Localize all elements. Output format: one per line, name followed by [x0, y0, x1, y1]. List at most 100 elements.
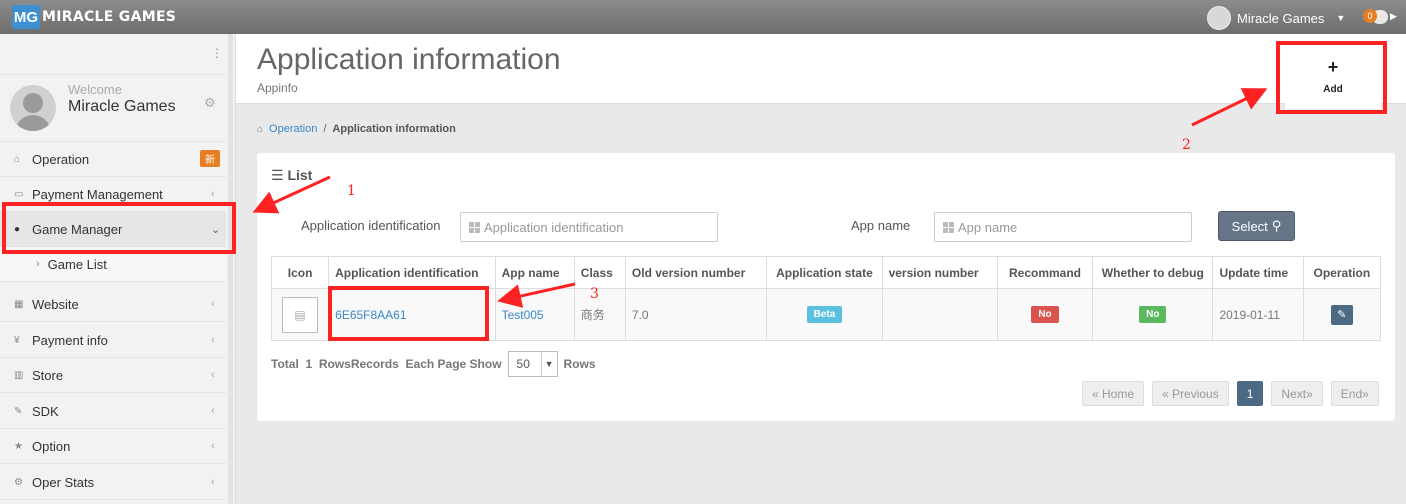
sidebar-item-operation[interactable]: ⌂ Operation 新 — [0, 142, 226, 177]
update-time-cell: 2019-01-11 — [1212, 288, 1304, 341]
yen-icon: ¥ — [14, 334, 20, 346]
state-cell: Beta — [766, 288, 883, 341]
sidebar-item-label: Store — [32, 367, 64, 383]
gear-icon[interactable]: ⚙ — [204, 95, 216, 111]
column-header[interactable]: Operation — [1302, 256, 1382, 289]
app-id-label: Application identification — [301, 218, 441, 233]
select-button[interactable]: Select ⚲ — [1218, 211, 1295, 241]
column-header[interactable]: Application state — [766, 256, 883, 289]
chevron-left-icon: ‹ — [211, 188, 215, 200]
app-name-input[interactable]: App name — [934, 212, 1192, 242]
sidebar-item-option[interactable]: ★ Option ‹ — [0, 429, 226, 464]
column-header[interactable]: version number — [881, 256, 998, 289]
chevron-left-icon: ‹ — [211, 405, 215, 417]
breadcrumb-current: Application information — [332, 123, 456, 135]
breadcrumb-home-link[interactable]: Operation — [269, 123, 317, 135]
sidebar-item-game-list[interactable]: › Game List — [0, 247, 226, 282]
panel-title-label: List — [287, 167, 313, 183]
sidebar-item-payment-info[interactable]: ¥ Payment info ‹ — [0, 323, 226, 358]
recommend-badge[interactable]: No — [1031, 306, 1059, 323]
edit-icon[interactable]: ✎ — [1330, 304, 1353, 325]
page-size-value: 50 — [516, 357, 530, 371]
edit-icon: ✎ — [14, 405, 23, 417]
column-header[interactable]: Update time — [1212, 256, 1304, 289]
sidebar-item-label: Game List — [47, 256, 107, 272]
total-suffix: RowsRecords — [318, 357, 399, 371]
sidebar-item-label: Operation — [32, 151, 90, 167]
app-id-link[interactable]: 6E65F8AA61 — [335, 308, 406, 322]
sidebar-item-oper-stats[interactable]: ⚙ Oper Stats ‹ — [0, 465, 226, 500]
notification-button[interactable]: 0 ▶ — [1358, 8, 1398, 26]
chevron-down-icon: ▼ — [540, 352, 557, 376]
plus-icon: + — [1327, 56, 1339, 77]
pager-info: Total 1 RowsRecords Each Page Show 50 ▼ … — [271, 351, 596, 377]
gears-icon: ⚙ — [14, 476, 23, 488]
sidebar-item-payment-management[interactable]: ▭ Payment Management ‹ — [0, 177, 226, 212]
pager-next[interactable]: Next» — [1271, 381, 1323, 406]
sidebar-item-website[interactable]: ▦ Website ‹ — [0, 287, 226, 322]
app-table: Icon Application identification App name… — [270, 256, 1382, 341]
select-label: Select — [1231, 218, 1268, 234]
app-name-label: App name — [851, 218, 911, 233]
home-icon: ⌂ — [14, 153, 21, 165]
chevron-down-icon: ⌄ — [211, 223, 221, 236]
operation-cell: ✎ — [1302, 288, 1382, 341]
avatar — [1207, 6, 1231, 30]
sidebar-item-game-manager[interactable]: ● Game Manager ⌄ — [0, 212, 226, 247]
monitor-icon: ▭ — [14, 188, 24, 200]
pager-previous[interactable]: « Previous — [1152, 381, 1229, 406]
profile-avatar — [10, 85, 56, 131]
new-badge: 新 — [200, 150, 220, 167]
star-icon: ★ — [14, 440, 23, 452]
list-icon: ☰ — [271, 167, 284, 183]
breadcrumb: ⌂ Operation / Application information — [257, 123, 456, 135]
total-count: 1 — [305, 357, 313, 371]
sidebar-item-label: Game Manager — [32, 221, 123, 237]
rows-label: Rows — [563, 357, 596, 371]
page-size-select[interactable]: 50 ▼ — [507, 351, 558, 377]
chevron-left-icon: ‹ — [211, 334, 215, 346]
pager-home[interactable]: « Home — [1082, 381, 1145, 406]
main-content: Application information Appinfo + Add ⌂ … — [236, 34, 1406, 504]
chevron-left-icon: ‹ — [211, 440, 215, 452]
sidebar-item-label: Oper Stats — [32, 474, 95, 490]
add-button[interactable]: + Add — [1285, 43, 1381, 109]
more-vertical-icon[interactable]: ⋮ — [211, 46, 223, 60]
app-name-link[interactable]: Test005 — [502, 308, 544, 322]
logo-mark: MG — [12, 5, 40, 29]
app-id-cell: 6E65F8AA61 — [328, 288, 496, 341]
sidebar-item-label: Payment Management — [32, 186, 163, 202]
sidebar-item-store[interactable]: ▥ Store ‹ — [0, 358, 226, 393]
app-name-placeholder: App name — [958, 219, 1018, 235]
logo[interactable]: MG MIRACLE GAMES — [12, 5, 176, 29]
user-menu[interactable]: Miracle Games ▼ — [1207, 6, 1345, 30]
sidebar-item-label: Payment info — [32, 332, 108, 348]
windows-icon — [469, 221, 480, 233]
class-cell: 商务 — [573, 288, 626, 341]
windows-icon — [943, 221, 954, 233]
pager-end[interactable]: End» — [1330, 381, 1379, 406]
broken-image-icon[interactable]: ▤ — [282, 296, 318, 333]
search-icon: ⚲ — [1271, 218, 1282, 233]
chevron-right-icon: › — [36, 258, 40, 270]
column-header[interactable]: Class — [573, 256, 626, 289]
page-subtitle: Appinfo — [257, 81, 298, 95]
bar-chart-icon: ▥ — [14, 369, 24, 381]
list-panel: ☰ List Application identification Applic… — [257, 153, 1395, 421]
pager-page-current[interactable]: 1 — [1236, 381, 1264, 406]
column-header[interactable]: Whether to debug — [1092, 256, 1214, 289]
user-name: Miracle Games — [1237, 10, 1325, 26]
column-header[interactable]: Application identification — [328, 256, 496, 289]
chevron-left-icon: ‹ — [211, 476, 215, 488]
annotation-label-3: 3 — [590, 286, 599, 302]
home-icon: ⌂ — [257, 123, 264, 135]
column-header[interactable]: App name — [494, 256, 575, 289]
column-header[interactable]: Recommand — [996, 256, 1094, 289]
column-header[interactable]: Icon — [270, 256, 330, 289]
column-header[interactable]: Old version number — [624, 256, 768, 289]
app-id-input[interactable]: Application identification — [460, 212, 718, 242]
sidebar-scrollbar[interactable] — [228, 34, 233, 504]
debug-badge[interactable]: No — [1139, 306, 1167, 323]
sidebar-item-sdk[interactable]: ✎ SDK ‹ — [0, 394, 226, 429]
annotation-label-2: 2 — [1182, 137, 1191, 153]
